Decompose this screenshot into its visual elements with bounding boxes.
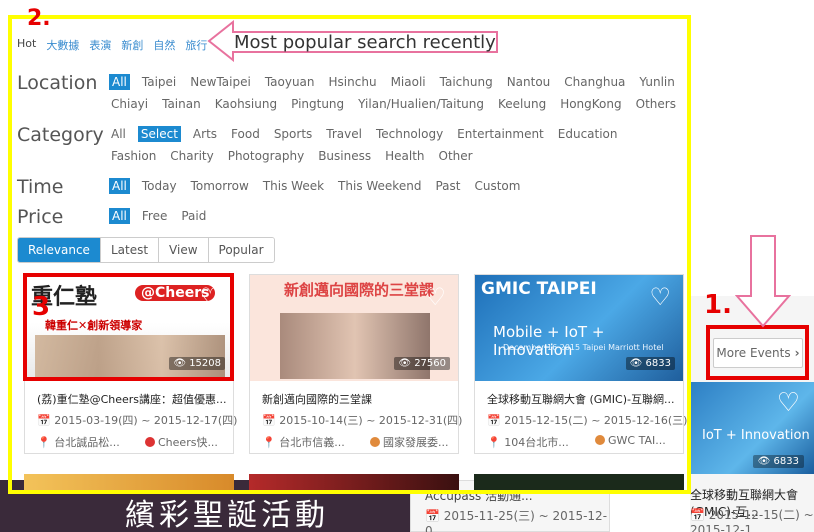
view-count: 👁 6833: [752, 455, 804, 468]
annotation-box: [706, 325, 809, 380]
down-arrow-icon: [735, 235, 791, 328]
annotation-frame: [8, 15, 691, 494]
background-event-date: 📅 2015-11-25(三) ~ 2015-12-0...: [425, 509, 608, 532]
annotation-label: 2.: [27, 6, 51, 31]
annotation-box: [23, 273, 234, 381]
heart-icon[interactable]: ♡: [777, 388, 800, 418]
background-event-image[interactable]: IoT + Innovation ♡ 👁 6833: [690, 382, 814, 474]
annotation-label: 1.: [704, 290, 732, 320]
background-event-date: 📅 2015-12-15(二) ~ 2015-12-1...: [690, 508, 814, 532]
callout-text: Most popular search recently: [234, 32, 496, 53]
background-image-text: IoT + Innovation: [702, 428, 810, 443]
banner-text: 繽彩聖誕活動: [125, 498, 329, 532]
